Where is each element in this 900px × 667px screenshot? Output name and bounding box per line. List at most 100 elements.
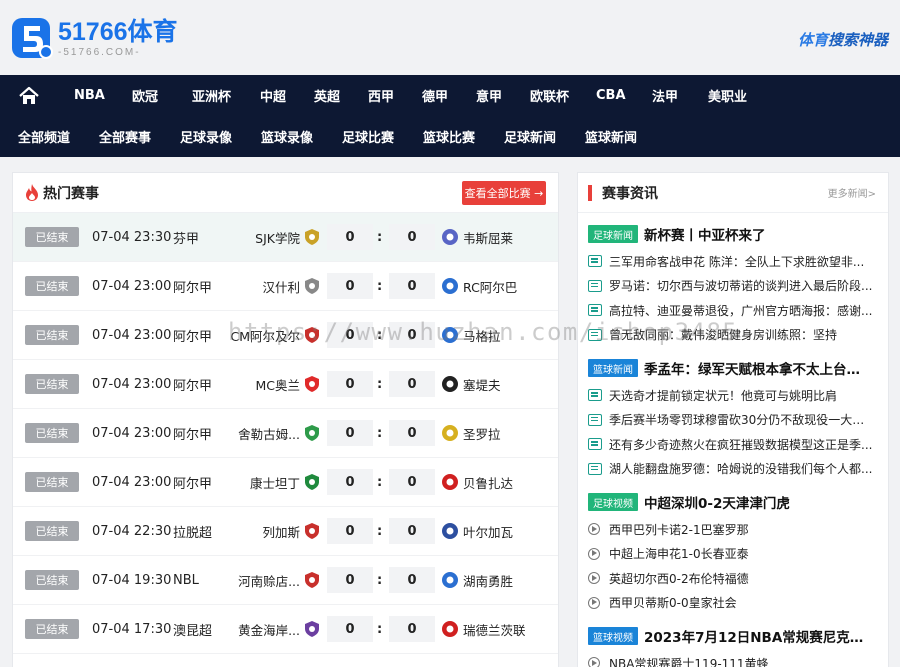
video-item[interactable]: 西甲巴列卡诺2-1巴塞罗那 bbox=[588, 517, 878, 542]
channel-item-5[interactable]: 足球比赛 bbox=[342, 127, 399, 146]
nav-item-8[interactable]: 意甲 bbox=[476, 86, 510, 105]
match-league[interactable]: 拉脱超 bbox=[173, 522, 212, 541]
news-item-title[interactable]: 西甲贝蒂斯0-0皇家社会 bbox=[609, 594, 737, 611]
home-team[interactable]: MC奥兰 bbox=[255, 375, 300, 394]
home-team[interactable]: CM阿尔及尔 bbox=[230, 326, 300, 345]
nav-item-6[interactable]: 西甲 bbox=[368, 86, 402, 105]
match-row[interactable]: 已结束 07-04 17:30 澳昆超 黄金海岸... 0:0 瑞德兰茨联 bbox=[13, 605, 558, 654]
home-team[interactable]: 黄金海岸... bbox=[238, 620, 300, 639]
score-separator: : bbox=[377, 621, 383, 637]
away-team[interactable]: 湖南勇胜 bbox=[463, 571, 513, 590]
channel-item-4[interactable]: 篮球录像 bbox=[261, 127, 318, 146]
home-team[interactable]: 舍勒古姆... bbox=[238, 424, 300, 443]
video-item[interactable]: 中超上海申花1-0长春亚泰 bbox=[588, 542, 878, 567]
match-league[interactable]: 阿尔甲 bbox=[173, 424, 212, 443]
match-row[interactable]: 已结束 07-04 23:00 阿尔甲 舍勒古姆... 0:0 圣罗拉 bbox=[13, 409, 558, 458]
home-icon[interactable] bbox=[18, 85, 40, 107]
slogan-rest: 搜索神器 bbox=[827, 31, 888, 49]
home-team[interactable]: SJK学院 bbox=[255, 228, 300, 247]
news-item-title[interactable]: 英超切尔西0-2布伦特福德 bbox=[609, 570, 749, 587]
match-league[interactable]: 芬甲 bbox=[173, 228, 199, 247]
news-item-title[interactable]: 季后赛半场零罚球穆雷砍30分仍不敌现役一大神... bbox=[609, 411, 875, 428]
match-league[interactable]: NBL bbox=[173, 573, 199, 588]
home-team[interactable]: 汉什利 bbox=[262, 277, 300, 296]
news-item-title[interactable]: 西甲巴列卡诺2-1巴塞罗那 bbox=[609, 521, 749, 538]
channel-item-7[interactable]: 足球新闻 bbox=[504, 127, 561, 146]
match-league[interactable]: 阿尔甲 bbox=[173, 277, 212, 296]
news-item[interactable]: 季后赛半场零罚球穆雷砍30分仍不敌现役一大神... bbox=[588, 408, 878, 433]
headline-link[interactable]: 2023年7月12日NBA常规赛尼克斯... bbox=[644, 626, 870, 646]
match-time: 07-04 23:00 bbox=[92, 278, 172, 294]
home-team[interactable]: 康士坦丁 bbox=[250, 473, 300, 492]
news-item-title[interactable]: 天选奇才提前锁定状元！他竟可与姚明比肩 bbox=[609, 387, 837, 404]
away-team[interactable]: 叶尔加瓦 bbox=[463, 522, 513, 541]
headline-link[interactable]: 新杯赛丨中亚杯来了 bbox=[644, 224, 766, 244]
away-team[interactable]: 贝鲁扎达 bbox=[463, 473, 513, 492]
nav-item-4[interactable]: 中超 bbox=[260, 86, 294, 105]
nav-item-10[interactable]: CBA bbox=[596, 88, 632, 103]
nav-item-9[interactable]: 欧联杯 bbox=[530, 86, 576, 105]
match-league[interactable]: 阿尔甲 bbox=[173, 473, 212, 492]
section-tag[interactable]: 足球视频 bbox=[588, 493, 638, 511]
section-tag[interactable]: 篮球新闻 bbox=[588, 359, 638, 377]
nav-item-3[interactable]: 亚洲杯 bbox=[192, 86, 240, 105]
home-team[interactable]: 河南赊店... bbox=[238, 571, 300, 590]
away-team[interactable]: 马格拉 bbox=[463, 326, 501, 345]
match-league[interactable]: 阿尔甲 bbox=[173, 326, 212, 345]
view-all-matches-button[interactable]: 查看全部比赛 → bbox=[462, 181, 546, 205]
more-news-link[interactable]: 更多新闻> bbox=[828, 185, 876, 200]
news-item-title[interactable]: 高拉特、迪亚曼蒂退役，广州官方晒海报：感谢... bbox=[609, 302, 872, 319]
match-row[interactable]: 已结束 07-04 23:30 芬甲 SJK学院 0:0 韦斯屈莱 bbox=[13, 213, 558, 262]
news-sections: 足球新闻 新杯赛丨中亚杯来了三军用命客战申花 陈洋：全队上下求胜欲望非... 罗马诺… bbox=[578, 219, 888, 667]
match-row[interactable]: 已结束 07-04 23:00 阿尔甲 CM阿尔及尔 0:0 马格拉 bbox=[13, 311, 558, 360]
match-league[interactable]: 澳昆超 bbox=[173, 620, 212, 639]
headline-link[interactable]: 季孟年：绿军天赋根本拿不太上台面... bbox=[644, 358, 870, 378]
news-item[interactable]: 曾无敌同丽：戴伟浚晒健身房训练照：坚持 bbox=[588, 323, 878, 348]
news-item-title[interactable]: 罗马诺：切尔西与波切蒂诺的谈判进入最后阶段... bbox=[609, 277, 872, 294]
match-row[interactable]: 已结束 07-04 19:30 NBL 河南赊店... 0:0 湖南勇胜 bbox=[13, 556, 558, 605]
nav-item-11[interactable]: 法甲 bbox=[652, 86, 688, 105]
headline-link[interactable]: 中超深圳0-2天津津门虎 bbox=[644, 492, 790, 512]
video-item[interactable]: 西甲贝蒂斯0-0皇家社会 bbox=[588, 591, 878, 616]
nav-item-7[interactable]: 德甲 bbox=[422, 86, 456, 105]
nav-row-channels: 全部频道 全部赛事 足球录像 篮球录像 足球比赛 篮球比赛 足球新闻 篮球新闻 bbox=[0, 116, 900, 157]
news-item-title[interactable]: 三军用命客战申花 陈洋：全队上下求胜欲望非... bbox=[609, 253, 864, 270]
home-team[interactable]: 列加斯 bbox=[262, 522, 300, 541]
match-row[interactable]: 已结束 07-04 23:00 阿尔甲 MC奥兰 0:0 塞堤夫 bbox=[13, 360, 558, 409]
news-item[interactable]: 三军用命客战申花 陈洋：全队上下求胜欲望非... bbox=[588, 249, 878, 274]
video-item[interactable]: NBA常规赛爵士119-111黄蜂 bbox=[588, 651, 878, 667]
away-team-logo-icon bbox=[442, 474, 458, 490]
match-row[interactable]: 已结束 07-04 23:00 阿尔甲 康士坦丁 0:0 贝鲁扎达 bbox=[13, 458, 558, 507]
nav-item-2[interactable]: 欧冠 bbox=[132, 86, 172, 105]
away-team[interactable]: 韦斯屈莱 bbox=[463, 228, 513, 247]
news-item[interactable]: 湖人能翻盘施罗德：哈姆说的没错我们每个人都... bbox=[588, 457, 878, 482]
channel-item-2[interactable]: 全部赛事 bbox=[99, 127, 156, 146]
news-item-title[interactable]: NBA常规赛爵士119-111黄蜂 bbox=[609, 655, 769, 667]
match-row[interactable]: 已结束 07-04 23:00 阿尔甲 汉什利 0:0 RC阿尔巴 bbox=[13, 262, 558, 311]
nav-item-12[interactable]: 美职业 bbox=[708, 86, 756, 105]
news-item-title[interactable]: 湖人能翻盘施罗德：哈姆说的没错我们每个人都... bbox=[609, 460, 872, 477]
away-team[interactable]: RC阿尔巴 bbox=[463, 277, 517, 296]
news-item[interactable]: 天选奇才提前锁定状元！他竟可与姚明比肩 bbox=[588, 383, 878, 408]
away-team[interactable]: 塞堤夫 bbox=[463, 375, 501, 394]
news-item[interactable]: 高拉特、迪亚曼蒂退役，广州官方晒海报：感谢... bbox=[588, 298, 878, 323]
channel-item-6[interactable]: 篮球比赛 bbox=[423, 127, 480, 146]
match-league[interactable]: 阿尔甲 bbox=[173, 375, 212, 394]
channel-item-3[interactable]: 足球录像 bbox=[180, 127, 237, 146]
section-tag[interactable]: 足球新闻 bbox=[588, 225, 638, 243]
news-item-title[interactable]: 曾无敌同丽：戴伟浚晒健身房训练照：坚持 bbox=[609, 326, 837, 343]
channel-item-8[interactable]: 篮球新闻 bbox=[585, 127, 642, 146]
video-item[interactable]: 英超切尔西0-2布伦特福德 bbox=[588, 566, 878, 591]
nav-item-1[interactable]: NBA bbox=[74, 88, 112, 103]
news-item-title[interactable]: 中超上海申花1-0长春亚泰 bbox=[609, 545, 749, 562]
match-row[interactable]: 已结束 07-04 22:30 拉脱超 列加斯 0:0 叶尔加瓦 bbox=[13, 507, 558, 556]
nav-item-5[interactable]: 英超 bbox=[314, 86, 348, 105]
away-team[interactable]: 圣罗拉 bbox=[463, 424, 501, 443]
news-item[interactable]: 罗马诺：切尔西与波切蒂诺的谈判进入最后阶段... bbox=[588, 274, 878, 299]
news-item-title[interactable]: 还有多少奇迹熬火在疯狂摧毁数据模型这正是季... bbox=[609, 436, 872, 453]
away-team[interactable]: 瑞德兰茨联 bbox=[463, 620, 526, 639]
news-item[interactable]: 还有多少奇迹熬火在疯狂摧毁数据模型这正是季... bbox=[588, 432, 878, 457]
site-logo[interactable]: 51766体育 -51766.COM- bbox=[10, 14, 178, 62]
channel-item-1[interactable]: 全部频道 bbox=[18, 127, 75, 146]
section-tag[interactable]: 篮球视频 bbox=[588, 627, 638, 645]
